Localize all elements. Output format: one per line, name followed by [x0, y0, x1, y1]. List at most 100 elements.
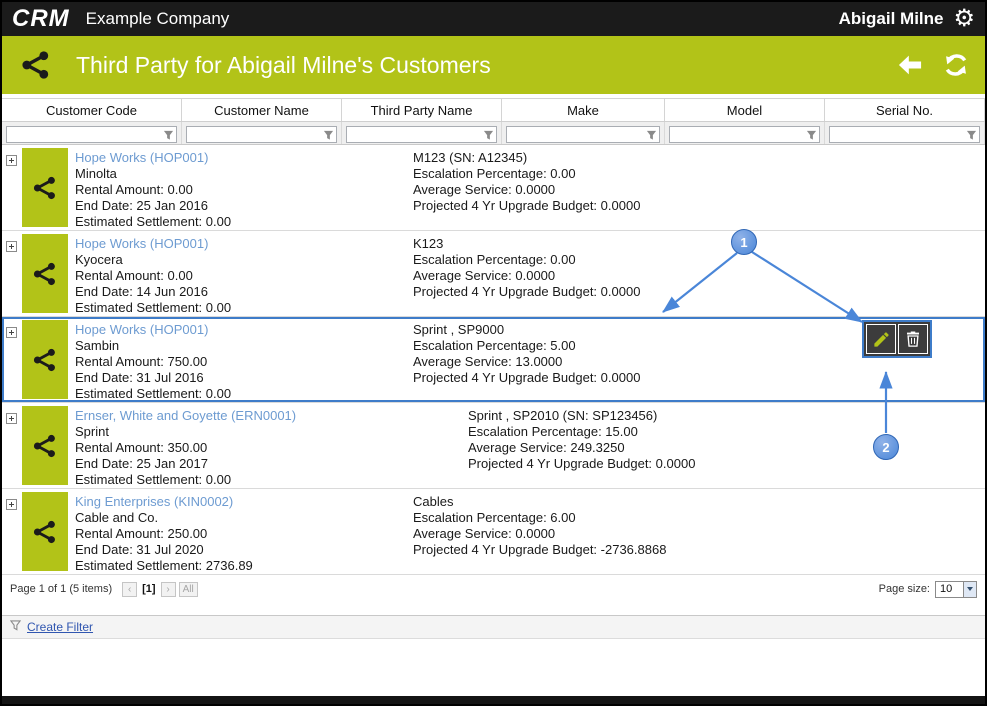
detail-line: Estimated Settlement: 0.00 — [75, 472, 232, 487]
third-party-row-icon — [22, 320, 68, 399]
third-party-row-icon — [22, 148, 68, 227]
filter-funnel-icon[interactable] — [323, 128, 334, 140]
table-row[interactable]: Hope Works (HOP001) Minolta Rental Amoun… — [2, 145, 985, 231]
create-filter-link[interactable]: Create Filter — [27, 620, 93, 634]
top-bar: CRM Example Company Abigail Milne ⚙ — [2, 2, 985, 36]
detail-line: Cables — [413, 494, 454, 509]
column-header-third-party-name[interactable]: Third Party Name — [342, 99, 502, 121]
detail-line: Projected 4 Yr Upgrade Budget: 0.0000 — [413, 370, 641, 385]
page-size-area: Page size: 10 — [878, 580, 977, 598]
detail-line: Projected 4 Yr Upgrade Budget: 0.0000 — [468, 456, 696, 471]
customer-link[interactable]: King Enterprises (KIN0002) — [75, 494, 253, 510]
filter-input-make[interactable] — [506, 125, 660, 143]
filter-input-customer-name[interactable] — [186, 125, 337, 143]
detail-line: Escalation Percentage: 15.00 — [468, 424, 638, 439]
filter-cell-model — [665, 122, 825, 144]
user-name: Abigail Milne — [838, 9, 944, 28]
third-party-block: M123 (SN: A12345) Escalation Percentage:… — [413, 150, 640, 214]
dropdown-button[interactable] — [963, 581, 976, 597]
expand-row-button[interactable] — [6, 327, 17, 338]
expand-row-button[interactable] — [6, 413, 17, 424]
detail-line: K123 — [413, 236, 444, 251]
filter-funnel-icon[interactable] — [806, 128, 817, 140]
page-size-select[interactable]: 10 — [935, 580, 977, 598]
filter-cell-customer-code — [2, 122, 182, 144]
expand-row-button[interactable] — [6, 499, 17, 510]
filter-cell-third-party-name — [342, 122, 502, 144]
detail-line: Estimated Settlement: 0.00 — [75, 386, 232, 401]
column-header-serial-no[interactable]: Serial No. — [825, 99, 985, 121]
filter-funnel-icon[interactable] — [483, 128, 494, 140]
detail-line: Projected 4 Yr Upgrade Budget: 0.0000 — [413, 284, 641, 299]
filter-cell-make — [502, 122, 665, 144]
create-filter-bar: Create Filter — [2, 615, 985, 639]
customer-link[interactable]: Hope Works (HOP001) — [75, 322, 231, 338]
customer-link[interactable]: Hope Works (HOP001) — [75, 236, 231, 252]
company-name: Example Company — [85, 9, 230, 28]
edit-button[interactable] — [866, 324, 896, 354]
third-party-block: Cables Escalation Percentage: 6.00 Avera… — [413, 494, 666, 558]
expand-row-button[interactable] — [6, 241, 17, 252]
filter-cell-serial-no — [825, 122, 985, 144]
table-row[interactable]: King Enterprises (KIN0002) Cable and Co.… — [2, 489, 985, 575]
expand-row-button[interactable] — [6, 155, 17, 166]
back-button[interactable] — [895, 50, 925, 80]
detail-line: Rental Amount: 350.00 — [75, 440, 208, 455]
detail-line: Cable and Co. — [75, 510, 159, 525]
detail-line: End Date: 31 Jul 2016 — [75, 370, 204, 385]
page-size-label: Page size: — [878, 583, 930, 595]
filter-funnel-icon[interactable] — [163, 128, 174, 140]
table-row[interactable]: Hope Works (HOP001) Kyocera Rental Amoun… — [2, 231, 985, 317]
prev-page-button[interactable]: ‹ — [122, 581, 138, 597]
filter-funnel-icon[interactable] — [966, 128, 977, 140]
crm-logo: CRM — [12, 5, 70, 32]
customer-block: Hope Works (HOP001) Sambin Rental Amount… — [75, 320, 232, 401]
annotation-callout-1: 1 — [731, 229, 757, 255]
refresh-button[interactable] — [941, 50, 971, 80]
filter-funnel-icon[interactable] — [646, 128, 657, 140]
third-party-row-icon — [22, 406, 68, 485]
annotation-callout-2: 2 — [873, 434, 899, 460]
detail-line: Sprint , SP9000 — [413, 322, 505, 337]
customer-link[interactable]: Hope Works (HOP001) — [75, 150, 231, 166]
pager-buttons: ‹ [1] › All — [122, 581, 198, 597]
detail-line: Rental Amount: 250.00 — [75, 526, 208, 541]
third-party-row-icon — [22, 234, 68, 313]
detail-line: Escalation Percentage: 5.00 — [413, 338, 576, 353]
third-party-share-icon — [16, 45, 56, 85]
delete-button[interactable] — [898, 324, 928, 354]
header-actions — [895, 50, 971, 80]
third-party-row-icon — [22, 492, 68, 571]
customer-block: Hope Works (HOP001) Kyocera Rental Amoun… — [75, 234, 231, 315]
page-title: Third Party for Abigail Milne's Customer… — [76, 51, 491, 78]
detail-line: End Date: 25 Jan 2016 — [75, 198, 208, 213]
detail-line: Estimated Settlement: 0.00 — [75, 214, 232, 229]
window-bottom-edge — [2, 696, 985, 704]
next-page-button[interactable]: › — [160, 581, 176, 597]
detail-line: Projected 4 Yr Upgrade Budget: 0.0000 — [413, 198, 641, 213]
table-row-selected[interactable]: Hope Works (HOP001) Sambin Rental Amount… — [2, 317, 985, 403]
customer-link[interactable]: Ernser, White and Goyette (ERN0001) — [75, 408, 296, 424]
settings-gear-icon[interactable]: ⚙ — [953, 7, 975, 31]
customer-block: King Enterprises (KIN0002) Cable and Co.… — [75, 492, 253, 573]
all-pages-button[interactable]: All — [178, 581, 198, 597]
app-window: CRM Example Company Abigail Milne ⚙ Thir… — [0, 0, 987, 706]
filter-funnel-icon — [9, 618, 22, 636]
third-party-block: K123 Escalation Percentage: 0.00 Average… — [413, 236, 640, 300]
filter-input-customer-code[interactable] — [6, 125, 177, 143]
detail-line: Kyocera — [75, 252, 123, 267]
table-row[interactable]: Ernser, White and Goyette (ERN0001) Spri… — [2, 403, 985, 489]
column-header-customer-name[interactable]: Customer Name — [182, 99, 342, 121]
column-header-make[interactable]: Make — [502, 99, 665, 121]
pager-bar: Page 1 of 1 (5 items) ‹ [1] › All Page s… — [2, 575, 985, 603]
filter-input-third-party-name[interactable] — [346, 125, 497, 143]
page-header: Third Party for Abigail Milne's Customer… — [2, 36, 985, 94]
detail-line: Sprint , SP2010 (SN: SP123456) — [468, 408, 658, 423]
detail-line: Minolta — [75, 166, 117, 181]
column-header-customer-code[interactable]: Customer Code — [2, 99, 182, 121]
row-action-toolbar — [862, 320, 932, 358]
filter-input-serial-no[interactable] — [829, 125, 980, 143]
column-header-model[interactable]: Model — [665, 99, 825, 121]
detail-line: M123 (SN: A12345) — [413, 150, 528, 165]
filter-input-model[interactable] — [669, 125, 820, 143]
